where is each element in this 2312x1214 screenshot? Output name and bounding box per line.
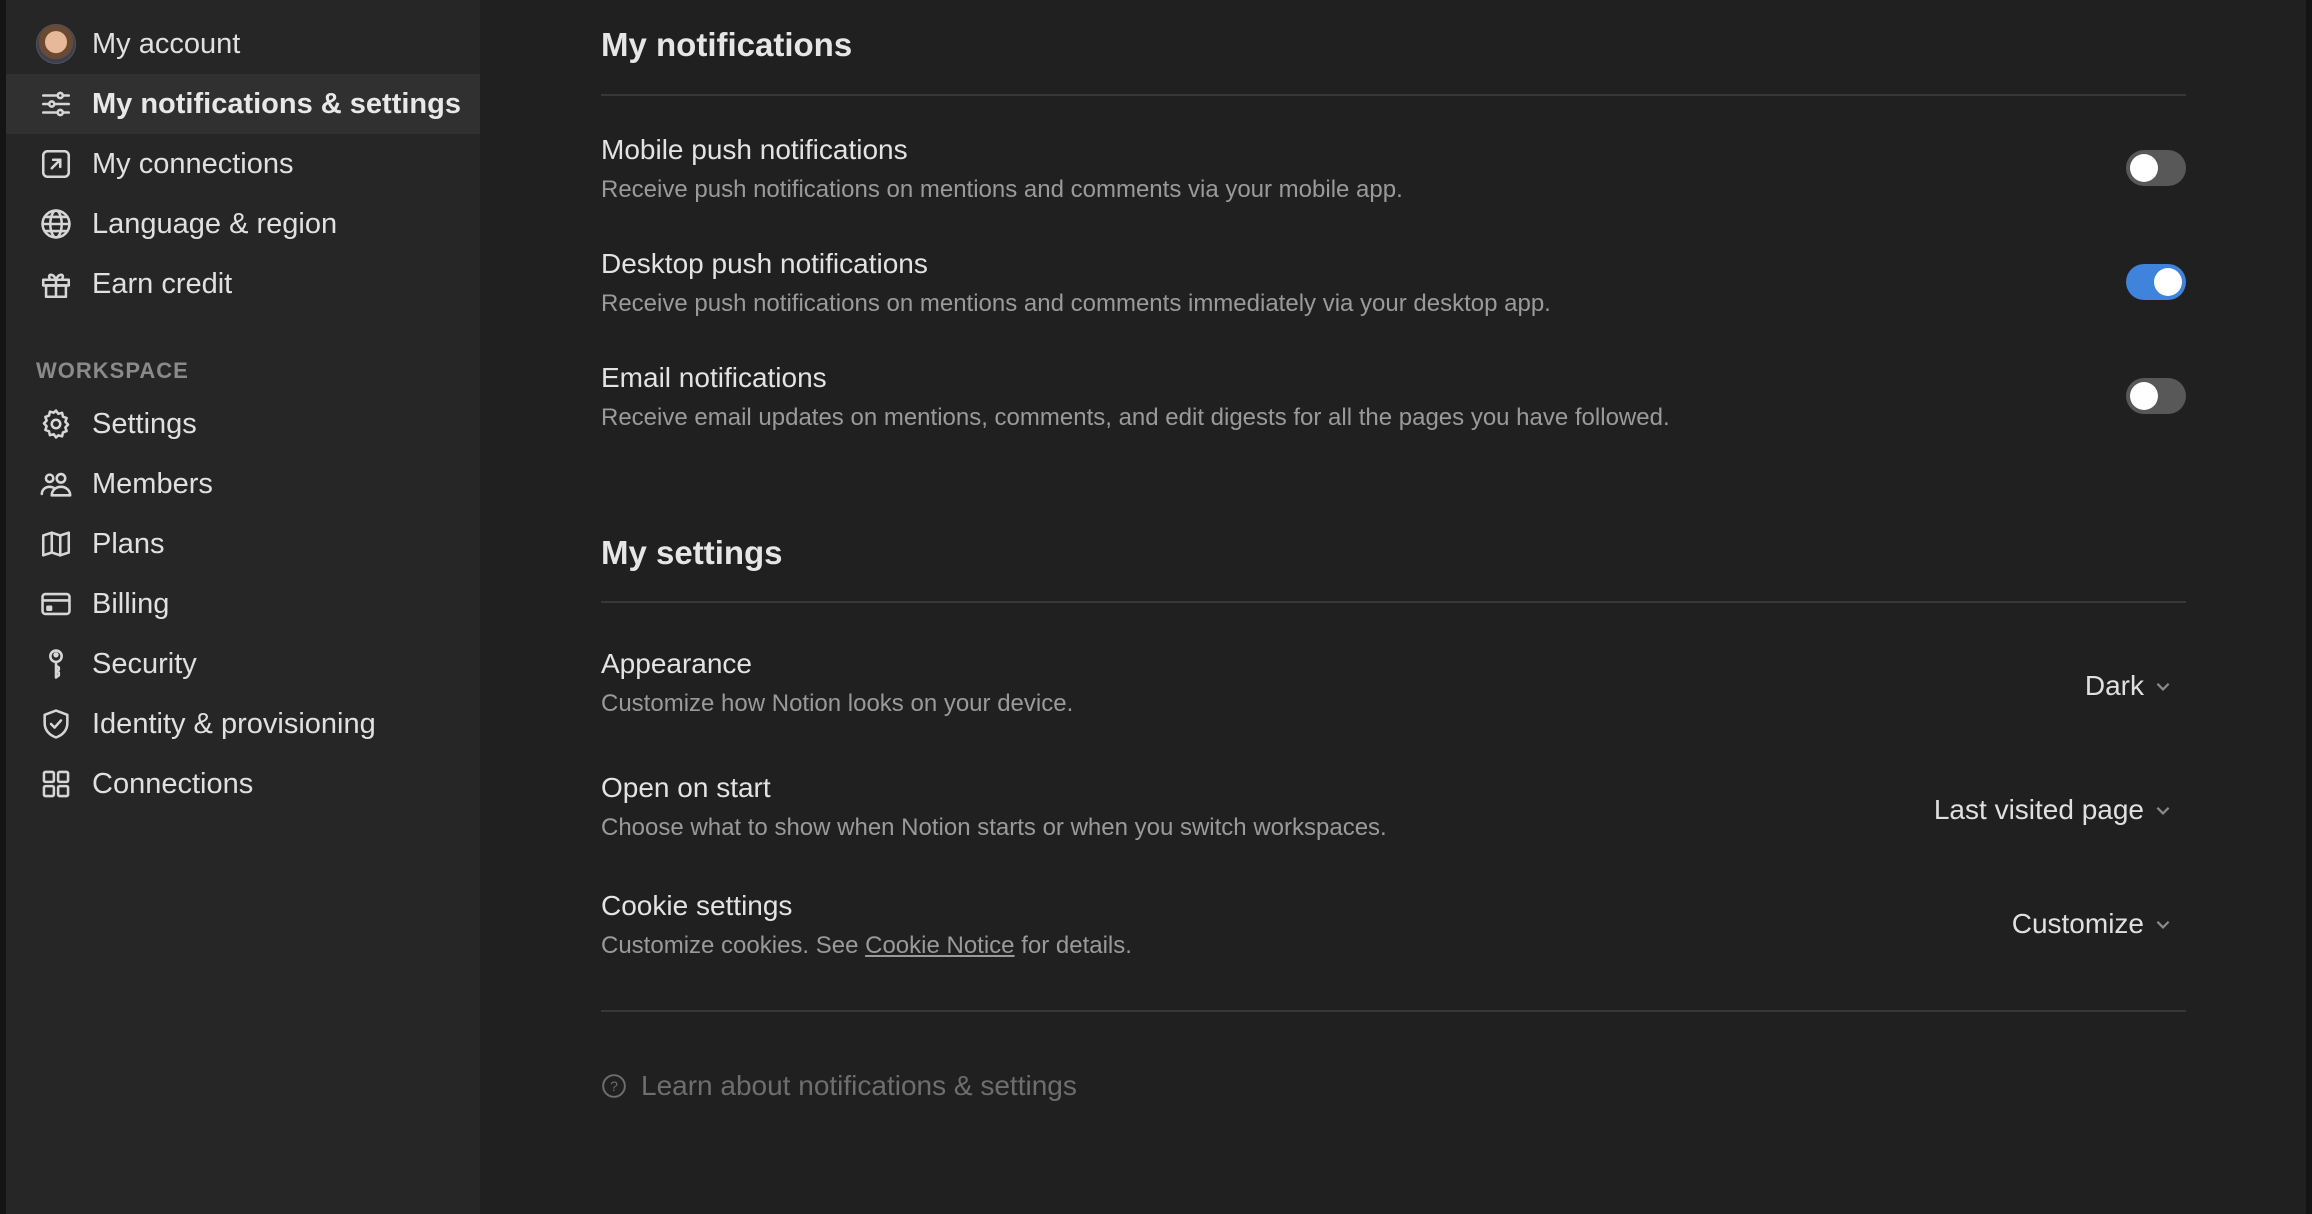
select-value: Customize <box>2011 908 2144 939</box>
desc-text: for details. <box>1014 932 1132 959</box>
sidebar-item-my-notifications-settings[interactable]: My notifications & settings <box>6 74 480 134</box>
sliders-icon <box>36 84 76 124</box>
setting-description: Customize how Notion looks on your devic… <box>601 690 1074 717</box>
sidebar-item-label: Earn credit <box>92 267 233 300</box>
sidebar-item-identity-provisioning[interactable]: Identity & provisioning <box>6 694 480 754</box>
learn-more-label: Learn about notifications & settings <box>641 1070 1077 1101</box>
setting-row-desktop-push: Desktop push notifications Receive push … <box>601 248 2186 318</box>
setting-title: Appearance <box>601 648 753 679</box>
sidebar-item-connections[interactable]: Connections <box>6 754 480 814</box>
gift-icon <box>36 264 76 304</box>
section-divider <box>601 601 2186 603</box>
setting-row-cookie-settings: Cookie settings Customize cookies. See C… <box>601 890 2186 960</box>
credit-card-icon <box>36 584 76 624</box>
sidebar-item-plans[interactable]: Plans <box>6 514 480 574</box>
setting-description: Receive push notifications on mentions a… <box>601 290 1551 317</box>
setting-description: Customize cookies. See Cookie Notice for… <box>601 932 2186 960</box>
sidebar-item-label: Billing <box>92 587 170 620</box>
chevron-down-icon <box>2156 682 2170 691</box>
arrow-up-right-square-icon <box>36 144 76 184</box>
open-on-start-select[interactable]: Last visited page <box>1934 794 2172 826</box>
sidebar-item-billing[interactable]: Billing <box>6 574 480 634</box>
sidebar-item-label: Connections <box>92 767 254 800</box>
select-value: Dark <box>2084 670 2144 701</box>
settings-section-title: My settings <box>601 534 783 571</box>
people-icon <box>36 464 76 504</box>
section-divider <box>601 94 2186 96</box>
email-notifications-toggle[interactable] <box>2126 378 2186 414</box>
setting-row-appearance: Appearance Customize how Notion looks on… <box>601 648 2186 718</box>
sidebar-item-my-connections[interactable]: My connections <box>6 134 480 194</box>
sidebar-item-label: Security <box>92 647 197 680</box>
sidebar-item-security[interactable]: Security <box>6 634 480 694</box>
settings-content: My notifications Mobile push notificatio… <box>480 0 2306 1214</box>
desktop-push-toggle[interactable] <box>2126 264 2186 300</box>
grid-icon <box>36 764 76 804</box>
setting-title: Desktop push notifications <box>601 248 928 279</box>
sidebar-item-label: My notifications & settings <box>92 87 461 120</box>
help-circle-icon: ? <box>602 1074 626 1098</box>
appearance-select[interactable]: Dark <box>2085 670 2172 702</box>
sidebar-item-label: Identity & provisioning <box>92 707 376 740</box>
sidebar-item-members[interactable]: Members <box>6 454 480 514</box>
mobile-push-toggle[interactable] <box>2126 150 2186 186</box>
desc-text: Customize cookies. See <box>601 932 866 959</box>
sidebar-item-label: My account <box>92 27 241 60</box>
avatar <box>36 24 76 64</box>
sidebar-item-label: Settings <box>92 407 197 440</box>
sidebar-item-earn-credit[interactable]: Earn credit <box>6 254 480 314</box>
gear-icon <box>36 404 76 444</box>
sidebar-item-settings[interactable]: Settings <box>6 394 480 454</box>
globe-icon <box>36 204 76 244</box>
setting-description: Receive email updates on mentions, comme… <box>601 404 1670 431</box>
sidebar-item-label: Plans <box>92 527 165 560</box>
setting-title: Mobile push notifications <box>601 134 908 165</box>
sidebar-item-label: Language & region <box>92 207 338 240</box>
setting-row-open-on-start: Open on start Choose what to show when N… <box>601 772 2186 842</box>
sidebar-item-my-account[interactable]: My account <box>6 14 480 74</box>
notifications-section-title: My notifications <box>601 26 853 63</box>
cookie-settings-select[interactable]: Customize <box>2012 908 2172 940</box>
section-divider <box>601 1010 2186 1012</box>
setting-title: Cookie settings <box>601 890 793 921</box>
key-icon <box>36 644 76 684</box>
sidebar-item-label: Members <box>92 467 213 500</box>
setting-row-email: Email notifications Receive email update… <box>601 362 2186 432</box>
setting-title: Email notifications <box>601 362 827 393</box>
sidebar-item-language-region[interactable]: Language & region <box>6 194 480 254</box>
shield-check-icon <box>36 704 76 744</box>
setting-description: Receive push notifications on mentions a… <box>601 176 1403 203</box>
workspace-section-label: WORKSPACE <box>36 358 189 383</box>
chevron-down-icon <box>2156 920 2170 929</box>
window-edge-right <box>2306 0 2312 1214</box>
sidebar-item-label: My connections <box>92 147 294 180</box>
svg-text:?: ? <box>610 1078 618 1094</box>
setting-row-mobile-push: Mobile push notifications Receive push n… <box>601 134 2186 204</box>
map-icon <box>36 524 76 564</box>
learn-more-link[interactable]: ? Learn about notifications & settings <box>601 1070 1077 1102</box>
select-value: Last visited page <box>1933 794 2144 825</box>
settings-sidebar: My account My notifications & settings M… <box>6 0 480 1214</box>
chevron-down-icon <box>2156 806 2170 815</box>
cookie-notice-link[interactable]: Cookie Notice <box>865 932 1014 959</box>
